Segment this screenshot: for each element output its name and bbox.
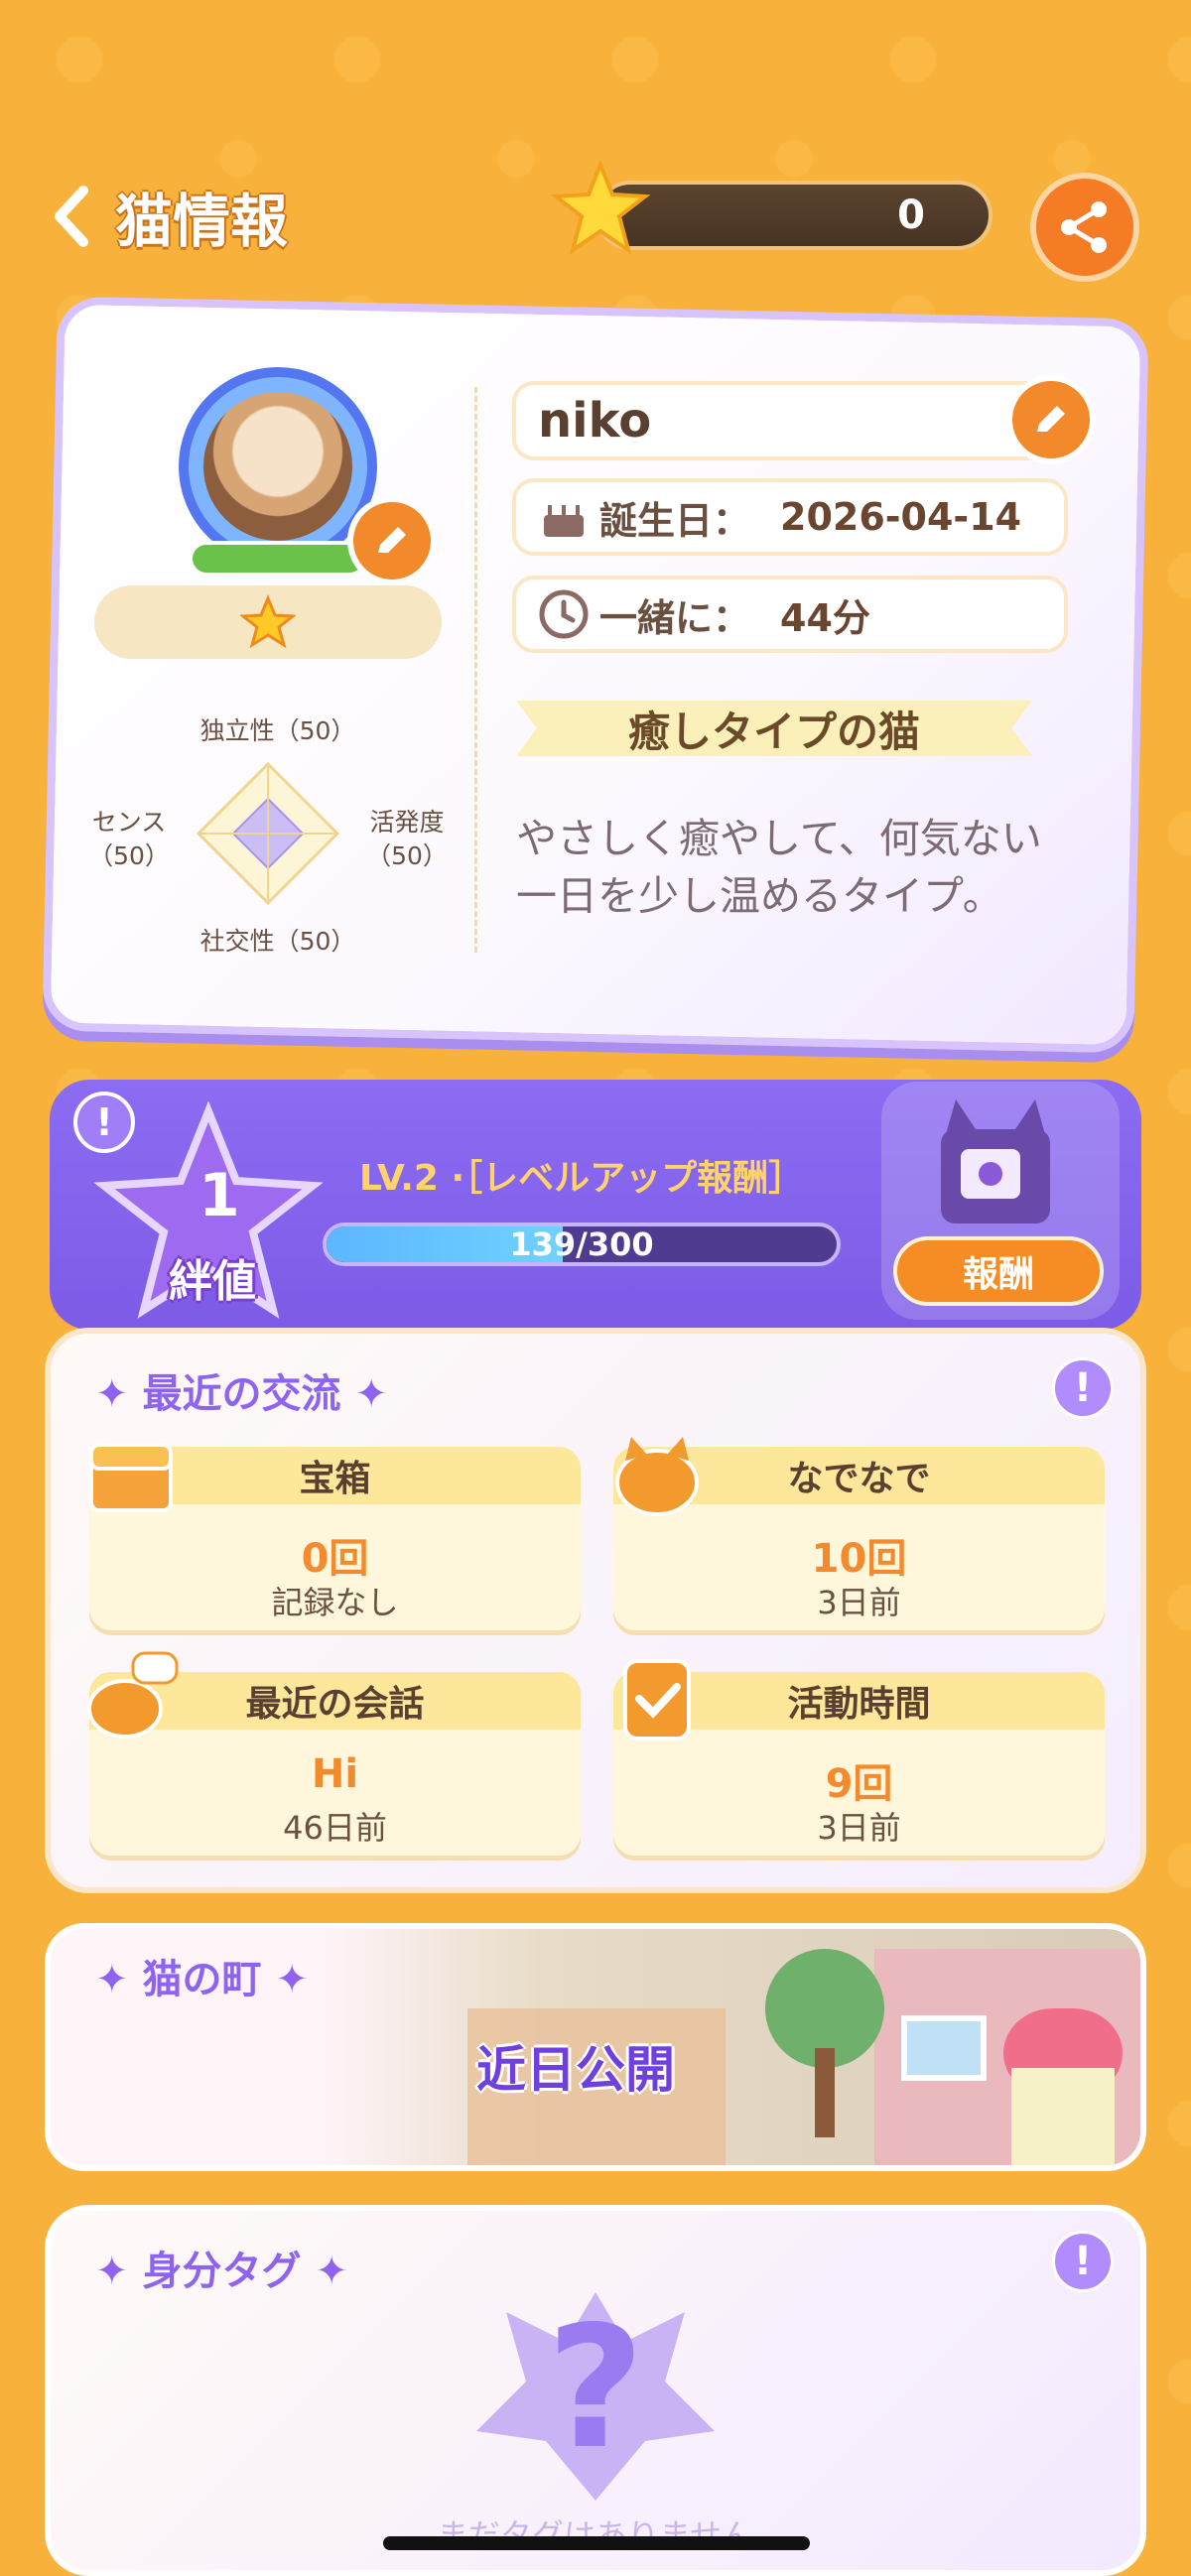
interactions-info-button[interactable]: !: [1052, 1357, 1114, 1419]
stat-tile-value: 9回: [825, 1761, 893, 1807]
cake-icon: [544, 505, 584, 537]
radar-label-left-name: センス: [91, 808, 167, 837]
radar-label-right-name: 活発度: [369, 808, 445, 837]
cat-name-field: niko: [512, 381, 1068, 460]
stat-tile-sub: 3日前: [817, 1584, 901, 1621]
radar-label-left: センス （50）: [60, 806, 198, 873]
birthday-row: 誕生日： 2026-04-14: [512, 478, 1068, 556]
birthday-value: 2026-04-14: [780, 495, 1022, 539]
treasure-chest-icon: [89, 1443, 173, 1512]
radar-label-right-value: （50）: [366, 841, 448, 870]
birthday-label: 誕生日：: [599, 498, 751, 543]
edit-name-button[interactable]: [1006, 375, 1096, 464]
chat-cat-icon: [87, 1651, 179, 1739]
identity-tags-title: ✦ 身分タグ ✦: [95, 2239, 348, 2296]
cat-type-banner: 癒しタイプの猫: [516, 701, 1032, 756]
sparkle-icon: ✦: [95, 1957, 143, 2002]
personality-radar: 独立性（50） センス （50） 活発度 （50） 社交性（50）: [60, 705, 476, 963]
cat-name: niko: [538, 393, 652, 449]
sparkle-icon: ✦: [301, 2249, 348, 2294]
bond-value: 1: [198, 1161, 240, 1230]
chevron-left-icon: [55, 186, 88, 247]
profile-content: niko 誕生日： 2026-04-14 一緒に： 44分 独立性（50） セン…: [50, 327, 1131, 1022]
together-label: 一緒に：: [599, 595, 751, 640]
clock-icon: [539, 589, 589, 639]
tags-info-button[interactable]: !: [1052, 2231, 1114, 2292]
sparkle-icon: ✦: [95, 1371, 143, 1417]
star-rating-icon: [240, 594, 296, 649]
stat-tile-value: 10回: [811, 1536, 907, 1582]
stat-tile-sub: 46日前: [283, 1809, 387, 1847]
stat-tile-sub: 3日前: [817, 1809, 901, 1847]
sparkle-icon: ✦: [95, 2249, 143, 2294]
together-value: 44分: [780, 595, 870, 640]
level-title[interactable]: LV.2 ·［レベルアップ報酬］: [359, 1149, 804, 1201]
avatar-base: [189, 541, 367, 577]
rating-bar: [94, 585, 442, 659]
cat-gift-box-icon: [941, 1099, 1050, 1224]
coming-soon-label: 近日公開: [476, 2041, 675, 2099]
radar-label-left-value: （50）: [88, 841, 170, 870]
star-counter-bar: 0: [596, 181, 992, 250]
radar-label-bottom: 社交性（50）: [199, 927, 356, 956]
share-button[interactable]: [1030, 173, 1139, 282]
stat-tile-sub: 記録なし: [271, 1584, 399, 1621]
svg-text:?: ?: [547, 2290, 645, 2487]
together-row: 一緒に： 44分: [512, 576, 1068, 653]
clipboard-check-icon: [623, 1659, 691, 1740]
star-count: 0: [897, 193, 925, 238]
bond-label: 絆値: [169, 1256, 256, 1307]
cat-type-title: 癒しタイプの猫: [627, 707, 920, 756]
reward-button-label: 報酬: [962, 1254, 1034, 1295]
town-scene-image: [467, 1949, 1140, 2165]
recent-interactions-title: ✦ 最近の交流 ✦: [95, 1361, 388, 1419]
edit-avatar-button[interactable]: [347, 496, 437, 585]
page-title: 猫情報: [115, 188, 289, 255]
share-icon: [1061, 201, 1107, 253]
level-progress-text: 139/300: [509, 1225, 654, 1263]
star-icon: [551, 159, 650, 255]
recent-interactions-title-text: 最近の交流: [142, 1371, 341, 1417]
pet-cat-icon: [615, 1437, 699, 1516]
radar-label-right: 活発度 （50）: [347, 806, 466, 873]
pencil-icon: [1037, 406, 1065, 432]
cat-town-title-text: 猫の町: [142, 1957, 262, 2002]
cat-type-description: やさしく癒やして、何気ない一日を少し温めるタイプ。: [516, 815, 1042, 920]
home-indicator[interactable]: [383, 2536, 810, 2550]
question-mark-icon: ?: [476, 2290, 715, 2501]
cat-photo: [203, 392, 352, 541]
sparkle-icon: ✦: [340, 1371, 388, 1417]
reward-button[interactable]: 報酬: [893, 1236, 1104, 1306]
stat-tile-value: Hi: [311, 1751, 359, 1797]
sparkle-icon: ✦: [261, 1957, 309, 2002]
back-button[interactable]: 猫情報: [50, 177, 328, 256]
stat-tile-value: 0回: [301, 1536, 369, 1582]
header-bar: 猫情報 0: [0, 159, 1191, 282]
pencil-icon: [378, 527, 406, 553]
radar-label-top: 独立性（50）: [199, 716, 356, 745]
identity-tags-title-text: 身分タグ: [142, 2249, 302, 2294]
cat-town-title: ✦ 猫の町 ✦: [95, 1947, 309, 2004]
